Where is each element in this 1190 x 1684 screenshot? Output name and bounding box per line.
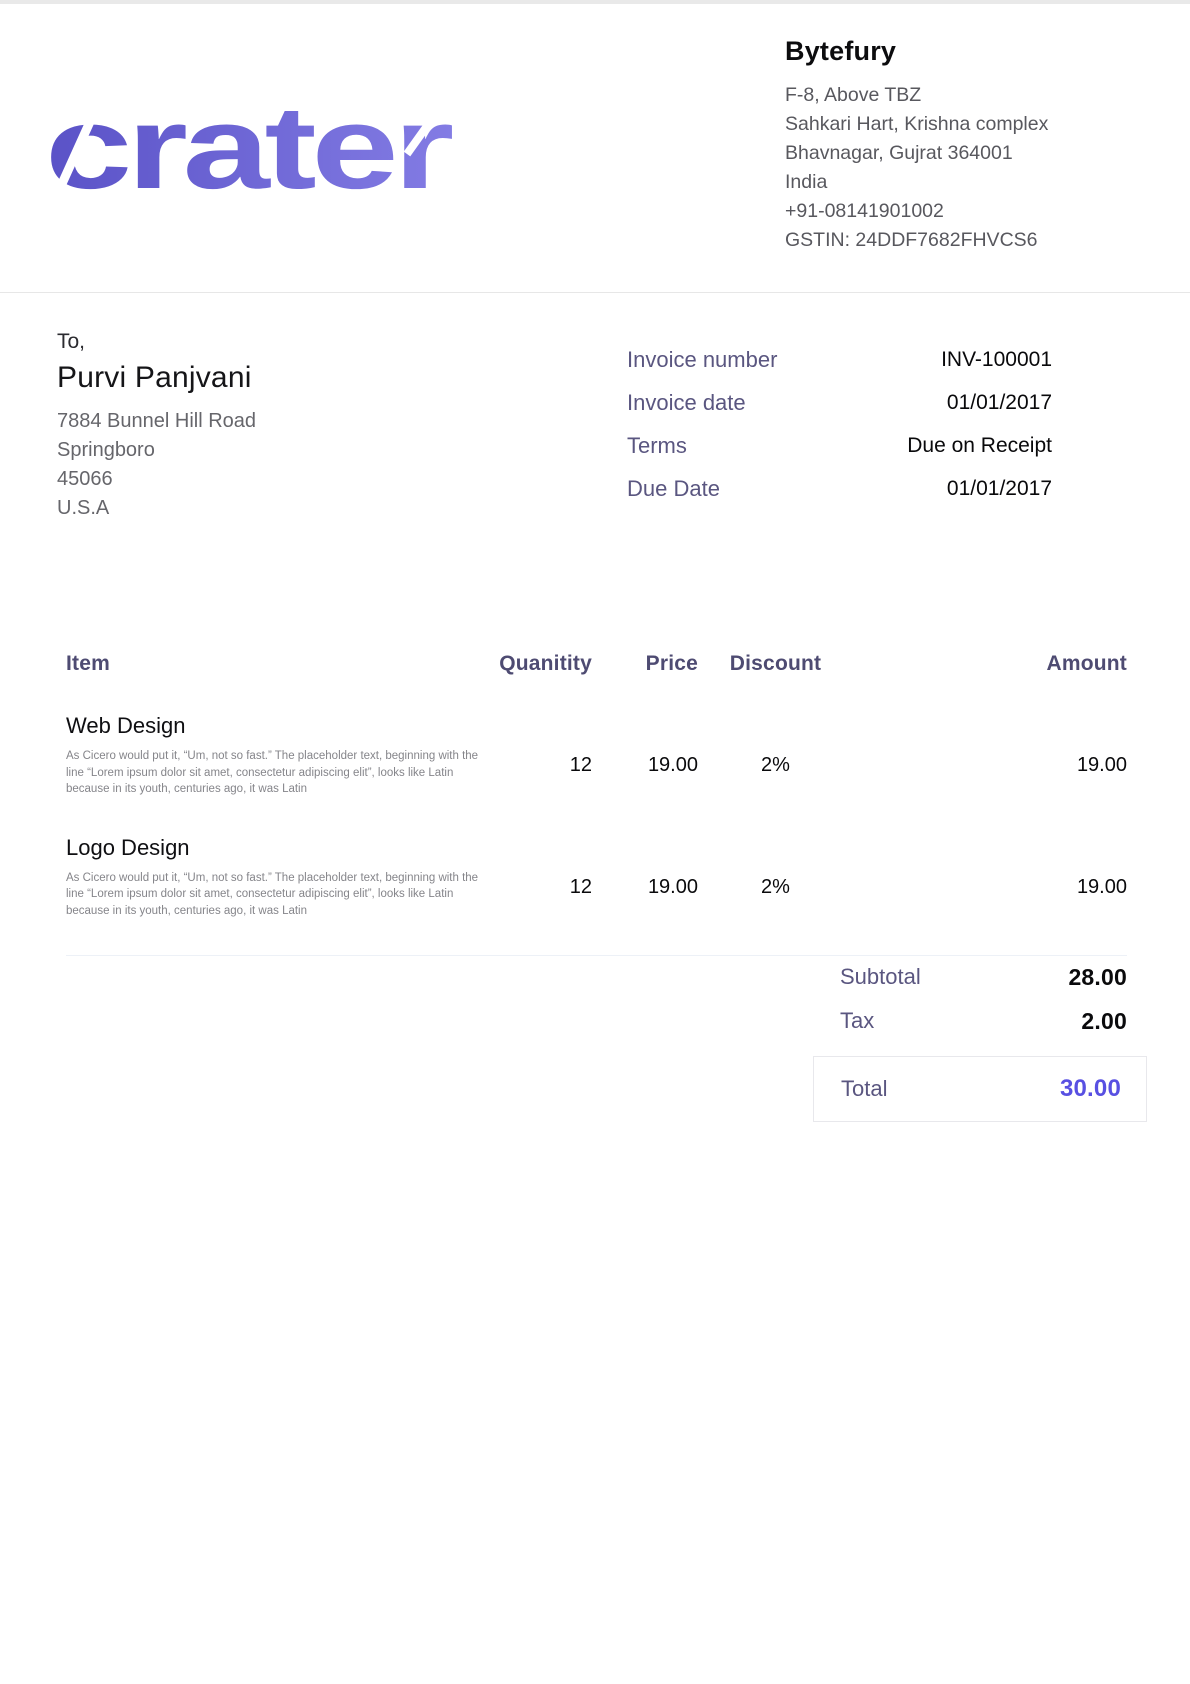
customer-address-line: Springboro <box>57 436 517 465</box>
subtotal-value: 28.00 <box>1068 964 1127 991</box>
item-cell: Web Design As Cicero would put it, “Um, … <box>66 713 482 798</box>
due-date-value: 01/01/2017 <box>947 477 1052 501</box>
invoice-date-row: Invoice date 01/01/2017 <box>627 381 1052 424</box>
company-address-line: Sahkari Hart, Krishna complex <box>785 110 1155 139</box>
header-price: Price <box>592 652 698 676</box>
header-amount: Amount <box>853 652 1127 676</box>
items-table-header: Item Quanitity Price Discount Amount <box>66 652 1127 676</box>
company-address-line: India <box>785 168 1155 197</box>
tax-label: Tax <box>840 1008 874 1034</box>
invoice-number-value: INV-100001 <box>941 348 1052 372</box>
item-amount: 19.00 <box>853 713 1127 798</box>
subtotal-row: Subtotal 28.00 <box>813 955 1127 999</box>
invoice-meta: Invoice number INV-100001 Invoice date 0… <box>627 338 1052 510</box>
item-price: 19.00 <box>592 713 698 798</box>
invoice-page: crater Bytefury F-8, Above TBZ Sahkari H… <box>0 0 1190 1684</box>
company-phone: +91-08141901002 <box>785 197 1155 226</box>
logo-wordmark: crater <box>45 82 453 200</box>
items-table: Item Quanitity Price Discount Amount Web… <box>66 652 1127 956</box>
customer-address: 7884 Bunnel Hill Road Springboro 45066 U… <box>57 407 517 523</box>
customer-name: Purvi Panjvani <box>57 361 517 395</box>
table-row: Logo Design As Cicero would put it, “Um,… <box>66 835 1127 920</box>
item-description: As Cicero would put it, “Um, not so fast… <box>66 870 482 920</box>
customer-address-line: U.S.A <box>57 494 517 523</box>
item-name: Web Design <box>66 713 482 739</box>
invoice-number-label: Invoice number <box>627 347 777 373</box>
total-box: Total 30.00 <box>813 1056 1147 1122</box>
item-name: Logo Design <box>66 835 482 861</box>
totals-block: Subtotal 28.00 Tax 2.00 <box>813 955 1127 1043</box>
item-quantity: 12 <box>482 835 592 920</box>
total-value: 30.00 <box>1060 1075 1121 1103</box>
company-address-line: F-8, Above TBZ <box>785 81 1155 110</box>
item-discount: 2% <box>698 713 853 798</box>
header-item: Item <box>66 652 482 676</box>
item-quantity: 12 <box>482 713 592 798</box>
bill-to-block: To, Purvi Panjvani 7884 Bunnel Hill Road… <box>57 330 517 523</box>
customer-address-line: 45066 <box>57 465 517 494</box>
item-discount: 2% <box>698 835 853 920</box>
tax-row: Tax 2.00 <box>813 999 1127 1043</box>
subtotal-label: Subtotal <box>840 964 921 990</box>
invoice-date-value: 01/01/2017 <box>947 391 1052 415</box>
customer-address-line: 7884 Bunnel Hill Road <box>57 407 517 436</box>
tax-value: 2.00 <box>1081 1008 1127 1035</box>
item-price: 19.00 <box>592 835 698 920</box>
invoice-date-label: Invoice date <box>627 390 746 416</box>
company-name: Bytefury <box>785 36 1155 67</box>
header-discount: Discount <box>698 652 853 676</box>
terms-value: Due on Receipt <box>907 434 1052 458</box>
invoice-number-row: Invoice number INV-100001 <box>627 338 1052 381</box>
terms-row: Terms Due on Receipt <box>627 424 1052 467</box>
terms-label: Terms <box>627 433 687 459</box>
item-amount: 19.00 <box>853 835 1127 920</box>
company-gstin: GSTIN: 24DDF7682FHVCS6 <box>785 226 1155 255</box>
item-description: As Cicero would put it, “Um, not so fast… <box>66 748 482 798</box>
due-date-row: Due Date 01/01/2017 <box>627 467 1052 510</box>
table-row: Web Design As Cicero would put it, “Um, … <box>66 713 1127 798</box>
total-label: Total <box>841 1076 887 1102</box>
header-quantity: Quanitity <box>482 652 592 676</box>
due-date-label: Due Date <box>627 476 720 502</box>
crater-logo: crater <box>45 82 455 200</box>
item-cell: Logo Design As Cicero would put it, “Um,… <box>66 835 482 920</box>
crater-logo-svg: crater <box>45 82 455 200</box>
page-top-border <box>0 0 1190 4</box>
header-divider <box>0 292 1190 293</box>
company-info: Bytefury F-8, Above TBZ Sahkari Hart, Kr… <box>785 36 1155 255</box>
company-address-line: Bhavnagar, Gujrat 364001 <box>785 139 1155 168</box>
bill-to-label: To, <box>57 330 517 354</box>
